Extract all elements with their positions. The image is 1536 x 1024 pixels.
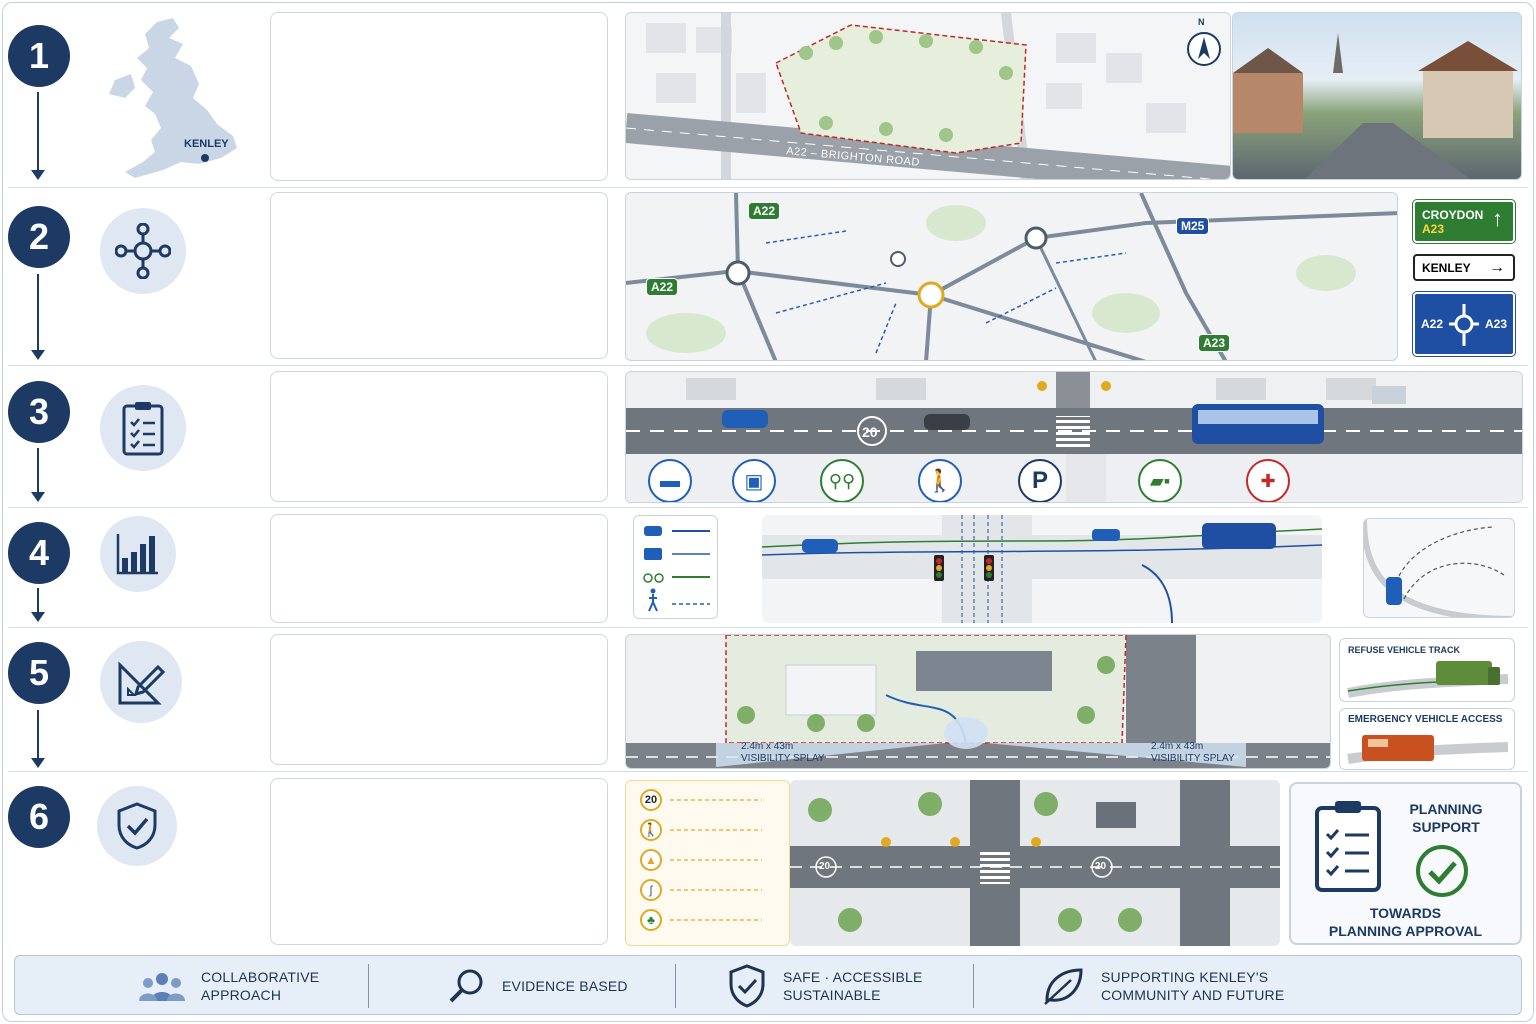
kenley-sign-label: KENLEY bbox=[1422, 260, 1471, 275]
step-arrow bbox=[31, 710, 45, 768]
magnifier-icon bbox=[449, 969, 483, 1003]
step-2-icon-circle bbox=[100, 208, 186, 294]
road-speed-marking-right: 20 bbox=[1095, 861, 1107, 872]
step-6-number: 6 bbox=[8, 786, 70, 848]
towards-approval-label: TOWARDS PLANNING APPROVAL bbox=[1328, 905, 1483, 939]
north-arrow-label: N bbox=[1198, 17, 1205, 27]
clipboard-checklist-icon bbox=[122, 402, 164, 456]
safety-street-scheme: 20 20 bbox=[790, 780, 1280, 946]
movement-legend bbox=[633, 515, 718, 619]
ruler-pencil-icon bbox=[118, 661, 166, 705]
transport-mode-icons: ▬ ▣ ⚲⚲ 🚶 P ▰▪ ✚ bbox=[648, 459, 1508, 502]
roundabout-icon bbox=[1449, 304, 1479, 346]
values-footer: COLLABORATIVE APPROACH EVIDENCE BASED SA… bbox=[14, 955, 1522, 1015]
road-badge-m25: M25 bbox=[1176, 217, 1210, 235]
step-arrow bbox=[31, 92, 45, 180]
road-badge-a23: A23 bbox=[1198, 334, 1231, 352]
car-mode-icon: ▬ bbox=[648, 459, 692, 502]
footer-supporting: SUPPORTING KENLEY'S COMMUNITY AND FUTURE bbox=[1041, 956, 1284, 1016]
step-arrow bbox=[31, 448, 45, 502]
road-badge-a22-left: A22 bbox=[646, 278, 679, 296]
step-4-number: 4 bbox=[8, 522, 70, 584]
shield-check-icon bbox=[117, 802, 157, 850]
kenley-direction-sign: KENLEY → bbox=[1413, 254, 1515, 281]
step-arrow bbox=[31, 588, 45, 622]
shield-check-icon bbox=[729, 964, 765, 1008]
step-1-number: 1 bbox=[8, 25, 70, 87]
road-speed-marking-left: 20 bbox=[819, 861, 831, 872]
bar-chart-icon bbox=[116, 534, 158, 575]
bicycle-mode-icon: ⚲⚲ bbox=[820, 459, 864, 502]
visibility-splay-right-label: 2.4m x 43m VISIBILITY SPLAY bbox=[1151, 741, 1235, 764]
bus-mode-icon: ▣ bbox=[732, 459, 776, 502]
planning-support-panel: PLANNING SUPPORT TOWARDS PLANNING APPROV… bbox=[1289, 782, 1522, 945]
footer-divider bbox=[368, 964, 369, 1008]
emergency-vehicle-panel: EMERGENCY VEHICLE ACCESS bbox=[1339, 708, 1515, 770]
roundabout-left-road: A22 bbox=[1421, 317, 1444, 331]
safety-measures-legend: 20 🚶 ▲ ʃ ♣ bbox=[625, 780, 790, 946]
kenley-location-label: KENLEY bbox=[184, 138, 229, 150]
footer-safe: SAFE · ACCESSIBLE SUSTAINABLE bbox=[727, 956, 923, 1016]
roundabout-right-road: A23 bbox=[1484, 317, 1507, 331]
road-badge-a22-top: A22 bbox=[748, 202, 781, 220]
footer-divider bbox=[973, 964, 974, 1008]
road-network-map: A22 A22 M25 A23 bbox=[625, 192, 1398, 361]
footer-divider bbox=[675, 964, 676, 1008]
clipboard-checklist-icon bbox=[1315, 801, 1381, 892]
uk-map-icon bbox=[109, 18, 237, 178]
step-1-text-box bbox=[270, 12, 608, 181]
footer-evidence: EVIDENCE BASED bbox=[448, 956, 628, 1016]
step-3-icon-circle bbox=[100, 385, 186, 471]
step-6-text-box bbox=[270, 778, 608, 945]
leaf-icon bbox=[1044, 968, 1083, 1005]
step-5-text-box bbox=[270, 634, 608, 765]
site-access-layout: 2.4m x 43m VISIBILITY SPLAY 2.4m x 43m V… bbox=[625, 634, 1331, 769]
pedestrian-mode-icon: 🚶 bbox=[918, 459, 962, 502]
step-5-icon-circle bbox=[100, 641, 182, 723]
step-2-text-box bbox=[270, 192, 608, 359]
footer-collaborative: COLLABORATIVE APPROACH bbox=[139, 956, 319, 1016]
parking-mode-icon: P bbox=[1018, 459, 1062, 502]
croydon-label: CROYDON bbox=[1422, 207, 1484, 222]
step-4-text-box bbox=[270, 514, 608, 623]
footer-collaborative-label: COLLABORATIVE APPROACH bbox=[201, 969, 320, 1003]
speed-marking-20: 20 bbox=[862, 424, 878, 440]
planning-support-label: PLANNING SUPPORT bbox=[1409, 801, 1483, 835]
movement-analysis-street: 20 ▬ ▣ ⚲⚲ 🚶 P ▰▪ ✚ bbox=[625, 371, 1523, 503]
visibility-splay-left-label: 2.4m x 43m VISIBILITY SPLAY bbox=[741, 741, 825, 764]
step-3-number: 3 bbox=[8, 381, 70, 443]
refuse-vehicle-title: REFUSE VEHICLE TRACK bbox=[1348, 645, 1461, 655]
footer-safe-label: SAFE · ACCESSIBLE SUSTAINABLE bbox=[783, 969, 923, 1003]
emergency-vehicle-title: EMERGENCY VEHICLE ACCESS bbox=[1348, 714, 1503, 725]
footer-supporting-label: SUPPORTING KENLEY'S COMMUNITY AND FUTURE bbox=[1101, 969, 1285, 1003]
refuse-vehicle-panel: REFUSE VEHICLE TRACK bbox=[1339, 638, 1515, 702]
step-3-text-box bbox=[270, 371, 608, 502]
croydon-road-number: A23 bbox=[1422, 221, 1445, 236]
network-node-icon bbox=[115, 223, 171, 279]
step-5-number: 5 bbox=[8, 642, 70, 704]
lorry-mode-icon: ▰▪ bbox=[1138, 459, 1182, 502]
footer-evidence-label: EVIDENCE BASED bbox=[502, 978, 628, 994]
step-4-icon-circle bbox=[100, 516, 176, 592]
street-scene-photo bbox=[1232, 12, 1522, 180]
people-group-icon bbox=[139, 973, 185, 1001]
up-arrow-icon: ↑ bbox=[1492, 206, 1503, 231]
site-location-map: A22 – BRIGHTON ROAD N bbox=[625, 12, 1231, 180]
swept-path-diagram bbox=[1363, 518, 1515, 618]
ambulance-mode-icon: ✚ bbox=[1246, 459, 1290, 502]
step-arrow bbox=[31, 274, 45, 360]
junction-flow-diagram bbox=[762, 515, 1322, 623]
step-2-number: 2 bbox=[8, 206, 70, 268]
step-6-icon-circle bbox=[97, 786, 177, 866]
approval-check-icon bbox=[1416, 845, 1468, 897]
roundabout-sign: A22 A23 bbox=[1413, 292, 1515, 356]
right-arrow-icon: → bbox=[1489, 258, 1505, 276]
